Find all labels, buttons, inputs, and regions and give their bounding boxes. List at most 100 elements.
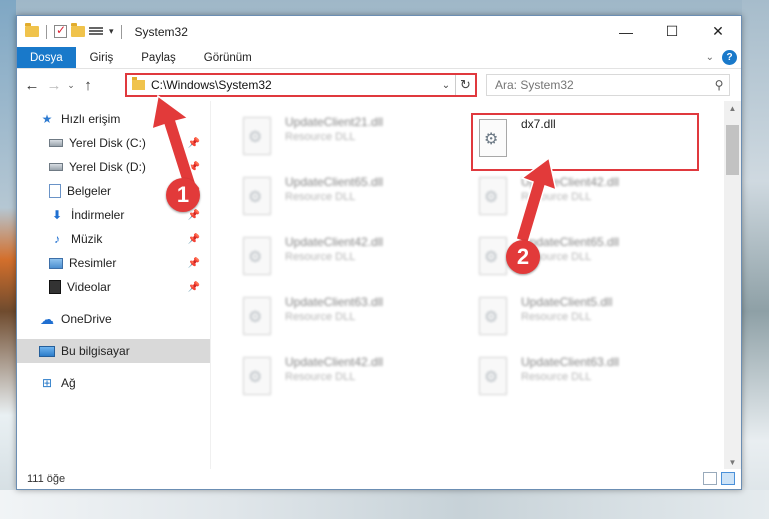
status-bar: 111 öğe	[17, 469, 741, 489]
file-name: UpdateClient63.dll	[521, 355, 620, 369]
file-type: Resource DLL	[285, 251, 356, 263]
pictures-icon	[49, 257, 63, 269]
drive-icon	[49, 139, 63, 147]
desktop-background-right	[742, 0, 769, 519]
properties-list-icon[interactable]	[89, 26, 103, 37]
pin-icon: 📌	[187, 233, 200, 245]
sidebar-item-this-pc[interactable]: Bu bilgisayar	[17, 339, 210, 363]
divider	[46, 24, 47, 39]
file-type: Resource DLL	[285, 371, 356, 383]
tab-home[interactable]: Giriş	[76, 47, 128, 68]
sidebar-item-label: Hızlı erişim	[61, 112, 121, 126]
file-item[interactable]: ⚙ UpdateClient63.dll Resource DLL	[239, 295, 469, 347]
dll-file-icon: ⚙	[239, 355, 275, 397]
forward-arrow-icon[interactable]: →	[43, 77, 65, 94]
address-path[interactable]: C:\Windows\System32	[151, 78, 437, 92]
file-name: UpdateClient21.dll	[285, 115, 384, 129]
pin-icon: 📌	[187, 209, 200, 221]
ribbon-right-controls: ⌄ ?	[706, 50, 737, 65]
close-button[interactable]: ✕	[695, 16, 741, 47]
refresh-icon[interactable]: ↻	[455, 75, 475, 95]
folder-icon[interactable]	[25, 23, 39, 37]
file-type: Resource DLL	[285, 191, 356, 203]
desktop-background-bottom	[0, 490, 769, 519]
window-controls: — ☐ ✕	[603, 16, 741, 47]
file-item[interactable]: ⚙ UpdateClient42.dll Resource DLL	[239, 235, 469, 287]
sidebar-item-videos[interactable]: Videolar 📌	[17, 275, 210, 299]
item-count: 111 öğe	[27, 473, 66, 485]
desktop-background-left	[0, 0, 16, 519]
tab-file[interactable]: Dosya	[17, 47, 76, 68]
address-bar[interactable]: C:\Windows\System32 ⌄ ↻	[125, 73, 477, 97]
maximize-button[interactable]: ☐	[649, 16, 695, 47]
videos-icon	[49, 280, 61, 294]
quick-access-toolbar: ▾	[17, 23, 125, 39]
ribbon-tabs: Dosya Giriş Paylaş Görünüm ⌄ ?	[17, 47, 741, 69]
sidebar-item-network[interactable]: ⊞ Ağ	[17, 371, 210, 395]
step-2-callout: 2	[506, 240, 540, 274]
sidebar-item-label: Bu bilgisayar	[61, 344, 130, 358]
star-icon: ★	[41, 112, 53, 126]
sidebar-item-label: Belgeler	[67, 184, 112, 198]
computer-icon	[39, 345, 55, 357]
sidebar-item-onedrive[interactable]: ☁ OneDrive	[17, 307, 210, 331]
file-name: UpdateClient42.dll	[285, 235, 384, 249]
tiles-view-icon[interactable]	[721, 472, 735, 485]
file-highlight-box	[471, 113, 699, 171]
search-icon[interactable]: ⚲	[709, 78, 729, 92]
new-folder-icon[interactable]	[71, 23, 85, 37]
file-item[interactable]: ⚙ UpdateClient65.dll Resource DLL	[239, 175, 469, 227]
file-item[interactable]: ⚙ UpdateClient63.dll Resource DLL	[475, 355, 705, 407]
tab-share[interactable]: Paylaş	[127, 47, 190, 68]
network-icon: ⊞	[41, 376, 53, 390]
sidebar-item-label: Ağ	[61, 376, 76, 390]
file-list: ⚙ UpdateClient21.dll Resource DLL ⚙ Updat…	[211, 101, 741, 471]
tab-view[interactable]: Görünüm	[190, 47, 266, 68]
dll-file-icon: ⚙	[239, 175, 275, 217]
file-name: UpdateClient42.dll	[285, 355, 384, 369]
file-item[interactable]: ⚙ UpdateClient21.dll Resource DLL	[239, 115, 469, 167]
view-toggle	[703, 472, 735, 485]
dll-file-icon: ⚙	[239, 235, 275, 277]
file-type: Resource DLL	[521, 191, 592, 203]
recent-locations-chevron-icon[interactable]: ⌄	[65, 80, 77, 91]
sidebar-item-local-disk-d[interactable]: Yerel Disk (D:) 📌	[17, 155, 210, 179]
scrollbar-thumb[interactable]	[726, 125, 739, 175]
help-icon[interactable]: ?	[722, 50, 737, 65]
up-arrow-icon[interactable]: ↑	[77, 77, 99, 94]
onedrive-icon: ☁	[40, 310, 54, 327]
sidebar-item-music[interactable]: ♪ Müzik 📌	[17, 227, 210, 251]
divider	[120, 24, 122, 39]
expand-ribbon-chevron-icon[interactable]: ⌄	[706, 52, 714, 63]
file-item[interactable]: ⚙ UpdateClient42.dll Resource DLL	[475, 175, 705, 227]
file-item[interactable]: ⚙ UpdateClient5.dll Resource DLL	[475, 295, 705, 347]
scroll-up-icon[interactable]: ▲	[724, 101, 741, 117]
music-icon: ♪	[54, 232, 60, 246]
vertical-scrollbar[interactable]: ▲ ▼	[724, 101, 741, 471]
explorer-window: ▾ System32 — ☐ ✕ Dosya Giriş Paylaş Görü…	[16, 15, 742, 490]
details-view-icon[interactable]	[703, 472, 717, 485]
navigation-pane: ★ Hızlı erişim Yerel Disk (C:) 📌 Yerel D…	[17, 101, 211, 471]
dll-file-icon: ⚙	[239, 115, 275, 157]
file-type: Resource DLL	[285, 311, 356, 323]
search-input[interactable]	[495, 78, 709, 92]
dll-file-icon: ⚙	[239, 295, 275, 337]
back-arrow-icon[interactable]: ←	[21, 77, 43, 94]
sidebar-item-local-disk-c[interactable]: Yerel Disk (C:) 📌	[17, 131, 210, 155]
file-type: Resource DLL	[285, 131, 356, 143]
address-dropdown-chevron-icon[interactable]: ⌄	[437, 80, 455, 91]
customize-toolbar-chevron-icon[interactable]: ▾	[109, 26, 114, 37]
sidebar-item-quick-access[interactable]: ★ Hızlı erişim	[17, 107, 210, 131]
download-icon: ⬇	[51, 208, 63, 222]
file-name: UpdateClient65.dll	[285, 175, 384, 189]
folder-icon	[132, 77, 145, 90]
file-type: Resource DLL	[521, 371, 592, 383]
properties-check-icon[interactable]	[54, 23, 67, 38]
search-box[interactable]: ⚲	[486, 74, 730, 96]
minimize-button[interactable]: —	[603, 16, 649, 47]
sidebar-item-pictures[interactable]: Resimler 📌	[17, 251, 210, 275]
title-bar: ▾ System32 — ☐ ✕	[17, 16, 741, 47]
file-item[interactable]: ⚙ UpdateClient42.dll Resource DLL	[239, 355, 469, 407]
window-title: System32	[134, 24, 188, 39]
pin-icon: 📌	[187, 257, 200, 269]
